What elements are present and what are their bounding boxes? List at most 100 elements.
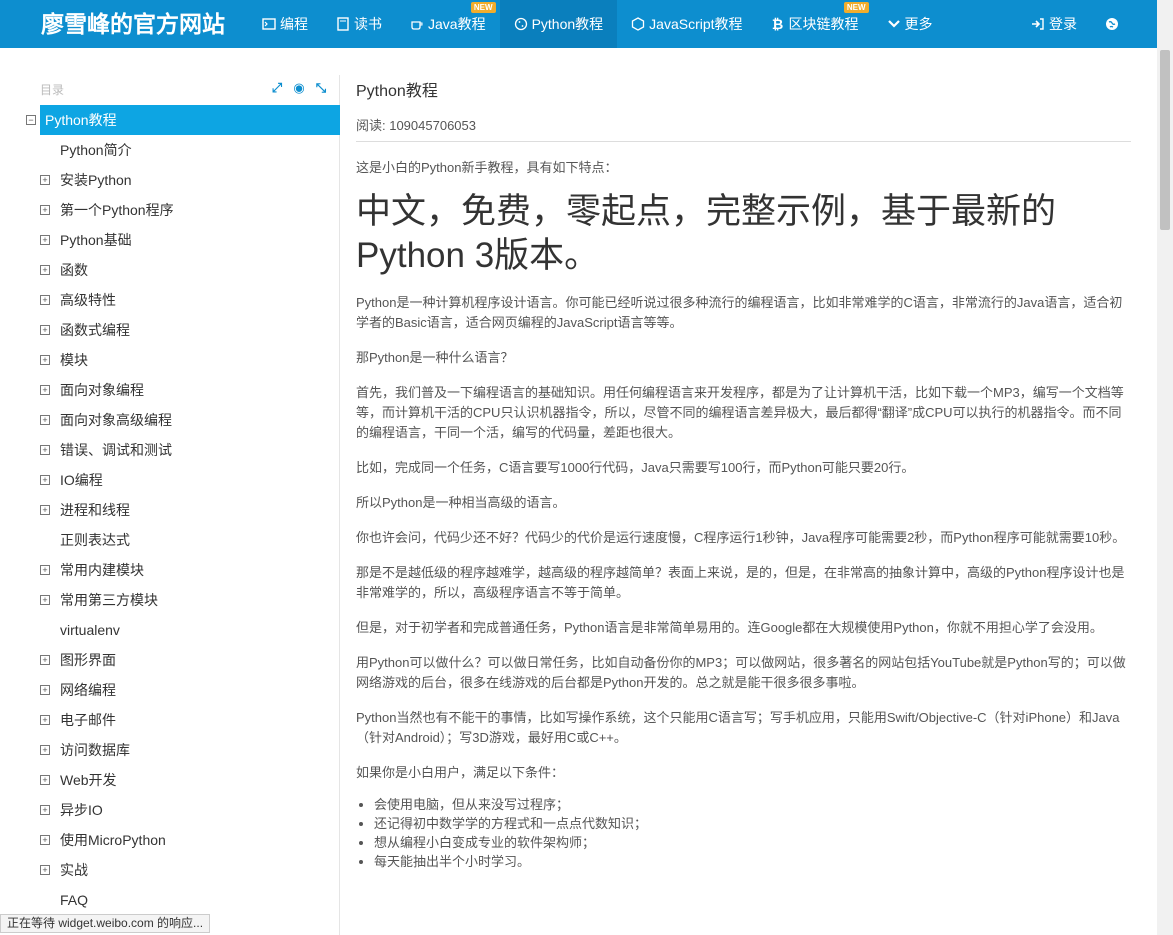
expand-toggle-icon[interactable]: + bbox=[40, 205, 50, 215]
toc-item[interactable]: + 错误、调试和测试 bbox=[0, 435, 340, 465]
site-brand[interactable]: 廖雪峰的官方网站 bbox=[0, 0, 248, 48]
expand-toggle-icon[interactable]: + bbox=[40, 385, 50, 395]
expand-toggle-icon[interactable]: + bbox=[40, 595, 50, 605]
expand-toggle-icon[interactable]: + bbox=[40, 235, 50, 245]
expand-toggle-icon[interactable]: + bbox=[40, 415, 50, 425]
toc-item[interactable]: + 访问数据库 bbox=[0, 735, 340, 765]
toc-item[interactable]: Python简介 bbox=[0, 135, 340, 165]
toc-item-label: 使用MicroPython bbox=[60, 832, 166, 848]
login-link[interactable]: 登录 bbox=[1017, 14, 1091, 34]
browser-page: 廖雪峰的官方网站 编程 读书 Java教程 NEW Python教程 JavaS… bbox=[0, 0, 1173, 935]
expand-toggle-icon[interactable]: + bbox=[40, 325, 50, 335]
toc-item[interactable]: + Python基础 bbox=[0, 225, 340, 255]
toc-item[interactable]: + 面向对象编程 bbox=[0, 375, 340, 405]
toc-item-label: 高级特性 bbox=[60, 292, 116, 308]
expand-toggle-icon[interactable]: + bbox=[40, 865, 50, 875]
locate-current-icon[interactable]: ◉ bbox=[292, 81, 306, 95]
toc-item[interactable]: + 面向对象高级编程 bbox=[0, 405, 340, 435]
toc-item[interactable]: + 安装Python bbox=[0, 165, 340, 195]
toc-item[interactable]: + 函数式编程 bbox=[0, 315, 340, 345]
nav-java[interactable]: Java教程 NEW bbox=[396, 0, 500, 48]
expand-toggle-icon[interactable]: + bbox=[40, 175, 50, 185]
article-paragraph: 用Python可以做什么？可以做日常任务，比如自动备份你的MP3；可以做网站，很… bbox=[356, 655, 1126, 690]
toc-item[interactable]: + 进程和线程 bbox=[0, 495, 340, 525]
toc-item-label: 常用内建模块 bbox=[60, 562, 144, 578]
article-paragraph: 但是，对于初学者和完成普通任务，Python语言是非常简单易用的。连Google… bbox=[356, 620, 1103, 635]
toc-item-label: 安装Python bbox=[60, 172, 132, 188]
toc-item[interactable]: + 网络编程 bbox=[0, 675, 340, 705]
expand-toggle-icon[interactable]: + bbox=[40, 655, 50, 665]
expand-toggle-icon[interactable]: + bbox=[40, 505, 50, 515]
nav-label: Java教程 bbox=[428, 16, 486, 32]
toc-item[interactable]: virtualenv bbox=[0, 615, 340, 645]
collapse-toggle-icon[interactable]: − bbox=[26, 115, 36, 125]
nav-label: 读书 bbox=[354, 16, 382, 32]
toc-item[interactable]: + 模块 bbox=[0, 345, 340, 375]
new-badge: NEW bbox=[843, 2, 869, 13]
nav-more[interactable]: 更多 bbox=[873, 0, 947, 48]
article-paragraph: 所以Python是一种相当高级的语言。 bbox=[356, 495, 566, 510]
toc-item-label: 电子邮件 bbox=[60, 712, 116, 728]
toc-item[interactable]: + 实战 bbox=[0, 855, 340, 885]
intro-paragraph: 这是小白的Python新手教程，具有如下特点： bbox=[356, 160, 618, 175]
article-content: Python教程 阅读: 109045706053 这是小白的Python新手教… bbox=[356, 75, 1131, 871]
expand-toggle-icon[interactable]: + bbox=[40, 715, 50, 725]
nav-label: Python教程 bbox=[531, 16, 604, 32]
collapse-all-icon[interactable]: ⤡ bbox=[314, 81, 328, 95]
article-paragraph: 如果你是小白用户，满足以下条件： bbox=[356, 765, 565, 780]
condition-item: 想从编程小白变成专业的软件架构师； bbox=[374, 833, 1131, 852]
toc-item[interactable]: + Web开发 bbox=[0, 765, 340, 795]
toc-item-label: Python简介 bbox=[60, 142, 132, 158]
expand-toggle-icon[interactable]: + bbox=[40, 685, 50, 695]
toc-item[interactable]: + 图形界面 bbox=[0, 645, 340, 675]
toc-item[interactable]: + 高级特性 bbox=[0, 285, 340, 315]
toc-item[interactable]: 正则表达式 bbox=[0, 525, 340, 555]
toc-item-label: Python基础 bbox=[60, 232, 132, 248]
scrollbar-thumb[interactable] bbox=[1160, 50, 1170, 230]
toc-item-label: 第一个Python程序 bbox=[60, 202, 174, 218]
toc-item-label: 进程和线程 bbox=[60, 502, 130, 518]
sign-in-icon bbox=[1031, 17, 1045, 31]
toc-item-label: 函数 bbox=[60, 262, 88, 278]
paragraphs: Python是一种计算机程序设计语言。你可能已经听说过很多种流行的编程语言，比如… bbox=[356, 293, 1131, 783]
expand-toggle-icon[interactable]: + bbox=[40, 805, 50, 815]
toc-item-label: 模块 bbox=[60, 352, 88, 368]
book-icon bbox=[336, 17, 350, 31]
expand-toggle-icon[interactable]: + bbox=[40, 295, 50, 305]
nav-programming[interactable]: 编程 bbox=[248, 0, 322, 48]
nav-books[interactable]: 读书 bbox=[322, 0, 396, 48]
toc-item[interactable]: + 函数 bbox=[0, 255, 340, 285]
page-scrollbar[interactable] bbox=[1157, 0, 1173, 935]
expand-toggle-icon[interactable]: + bbox=[40, 835, 50, 845]
toc-item[interactable]: FAQ bbox=[0, 885, 340, 915]
toc-item[interactable]: + 第一个Python程序 bbox=[0, 195, 340, 225]
language-button[interactable] bbox=[1091, 17, 1137, 31]
new-badge: NEW bbox=[470, 2, 496, 13]
expand-toggle-icon[interactable]: + bbox=[40, 265, 50, 275]
toc-item[interactable]: + IO编程 bbox=[0, 465, 340, 495]
coffee-icon bbox=[410, 17, 424, 31]
nav-python[interactable]: Python教程 bbox=[499, 0, 618, 48]
nav-blockchain[interactable]: ₿ 区块链教程 NEW bbox=[757, 0, 873, 48]
expand-toggle-icon[interactable]: + bbox=[40, 565, 50, 575]
expand-toggle-icon[interactable]: + bbox=[40, 775, 50, 785]
nav-javascript[interactable]: JavaScript教程 bbox=[617, 0, 756, 48]
toc-root-label: Python教程 bbox=[45, 112, 117, 128]
toc-item[interactable]: + 使用MicroPython bbox=[0, 825, 340, 855]
toc-item[interactable]: + 异步IO bbox=[0, 795, 340, 825]
table-of-contents: 目录 ⤢ ◉ ⤡ − Python教程 Python简介 + 安装Python + 第一… bbox=[0, 75, 340, 935]
expand-toggle-icon[interactable]: + bbox=[40, 445, 50, 455]
headline: 中文，免费，零起点，完整示例，基于最新的Python 3版本。 bbox=[356, 192, 1057, 275]
toc-root-highlight: Python教程 bbox=[40, 105, 340, 135]
nav-label: 编程 bbox=[280, 16, 308, 32]
expand-toggle-icon[interactable]: + bbox=[40, 355, 50, 365]
toc-item[interactable]: + 常用内建模块 bbox=[0, 555, 340, 585]
toc-item[interactable]: + 电子邮件 bbox=[0, 705, 340, 735]
expand-toggle-icon[interactable]: + bbox=[40, 745, 50, 755]
toc-root-item[interactable]: − Python教程 bbox=[0, 105, 340, 135]
javascript-icon bbox=[631, 17, 645, 31]
toc-item[interactable]: + 常用第三方模块 bbox=[0, 585, 340, 615]
globe-icon bbox=[1105, 17, 1119, 31]
expand-all-icon[interactable]: ⤢ bbox=[270, 81, 284, 95]
expand-toggle-icon[interactable]: + bbox=[40, 475, 50, 485]
